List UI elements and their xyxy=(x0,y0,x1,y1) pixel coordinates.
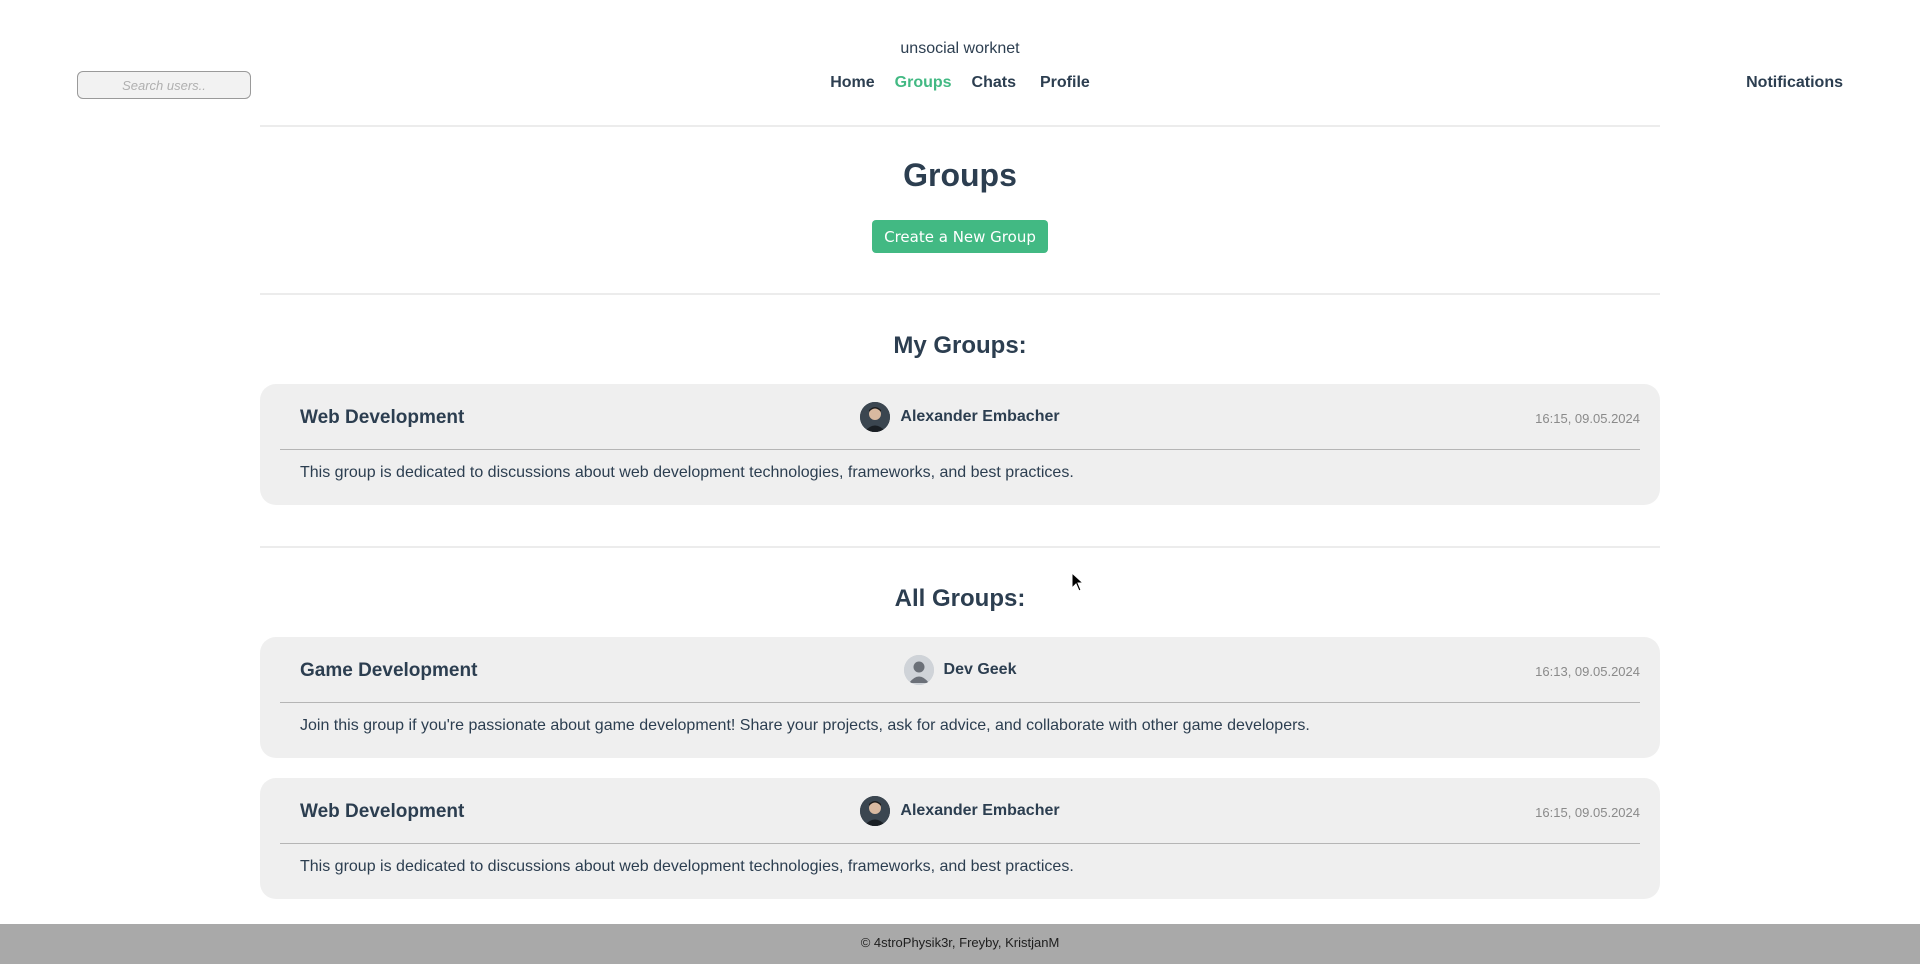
author-name: Dev Geek xyxy=(943,661,1017,678)
nav-groups-link[interactable]: Groups xyxy=(885,74,962,92)
group-card-header: Game Development Dev Geek 16:13, 09.05.2… xyxy=(280,637,1640,703)
group-card-header: Web Development Alexander Embacher 16:15… xyxy=(280,778,1640,844)
group-description: This group is dedicated to discussions a… xyxy=(300,464,1074,481)
nav-profile-link[interactable]: Profile xyxy=(1026,74,1100,92)
my-groups-heading: My Groups: xyxy=(893,332,1027,359)
group-description: This group is dedicated to discussions a… xyxy=(300,858,1074,875)
nav-chats-link[interactable]: Chats xyxy=(962,74,1026,92)
default-user-icon xyxy=(903,655,934,685)
group-description: Join this group if you're passionate abo… xyxy=(300,717,1310,734)
nav-home-link[interactable]: Home xyxy=(820,74,884,92)
divider xyxy=(260,125,1660,127)
author-name: Alexander Embacher xyxy=(900,802,1060,819)
author-avatar xyxy=(860,402,891,432)
group-card[interactable]: Web Development Alexander Embacher 16:15… xyxy=(260,778,1660,899)
divider xyxy=(260,546,1660,548)
notifications-link[interactable]: Notifications xyxy=(1746,74,1843,92)
page-title: Groups xyxy=(903,157,1017,193)
group-date: 16:15, 09.05.2024 xyxy=(1535,411,1640,426)
page: unsocial worknet Home Groups Chats Profi… xyxy=(0,0,1920,964)
divider xyxy=(260,293,1660,295)
group-author: Alexander Embacher xyxy=(280,796,1640,826)
group-card[interactable]: Web Development Alexander Embacher 16:15… xyxy=(260,384,1660,505)
create-group-button[interactable]: Create a New Group xyxy=(872,220,1048,253)
main-nav: Home Groups Chats Profile xyxy=(0,74,1920,92)
group-author: Alexander Embacher xyxy=(280,402,1640,432)
group-card[interactable]: Game Development Dev Geek 16:13, 09.05.2… xyxy=(260,637,1660,758)
group-author: Dev Geek xyxy=(280,655,1640,685)
group-card-header: Web Development Alexander Embacher 16:15… xyxy=(280,384,1640,450)
group-date: 16:15, 09.05.2024 xyxy=(1535,805,1640,820)
footer: © 4stroPhysik3r, Freyby, KristjanM xyxy=(0,924,1920,964)
mouse-cursor-icon xyxy=(1071,572,1085,592)
site-brand: unsocial worknet xyxy=(900,40,1020,57)
all-groups-heading: All Groups: xyxy=(894,585,1026,612)
author-avatar xyxy=(860,796,891,826)
author-name: Alexander Embacher xyxy=(900,408,1060,425)
group-date: 16:13, 09.05.2024 xyxy=(1535,664,1640,679)
